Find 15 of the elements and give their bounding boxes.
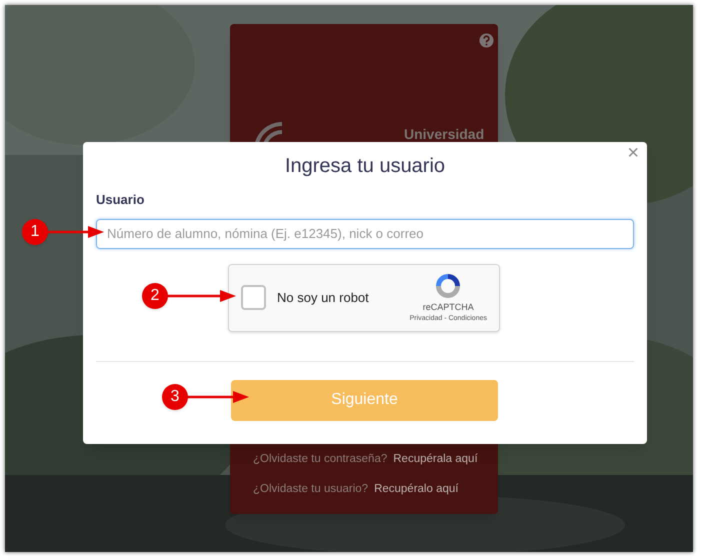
captcha-label: No soy un robot (277, 288, 369, 307)
checkbox[interactable] (241, 285, 266, 310)
captcha-brand: reCAPTCHA (422, 300, 474, 314)
arrow-icon (47, 225, 104, 239)
arrow-icon (167, 289, 236, 303)
arrow-icon (187, 390, 249, 404)
help-question: ¿Olvidaste tu contraseña? (253, 452, 388, 467)
help-icon[interactable] (479, 33, 494, 48)
recover-link[interactable]: Recupéralo aquí (374, 481, 458, 498)
help-question: ¿Olvidaste tu usuario? (253, 482, 368, 498)
recover-link[interactable]: Recupérala aquí (393, 451, 478, 468)
input-field[interactable]: Número de alumno, nómina (Ej. e12345), nick o correo (96, 218, 634, 248)
dialog-title: Ingresa tu usuario (284, 154, 446, 178)
field-label: Usuario (96, 191, 146, 209)
logo-text: Universidad (404, 125, 484, 144)
